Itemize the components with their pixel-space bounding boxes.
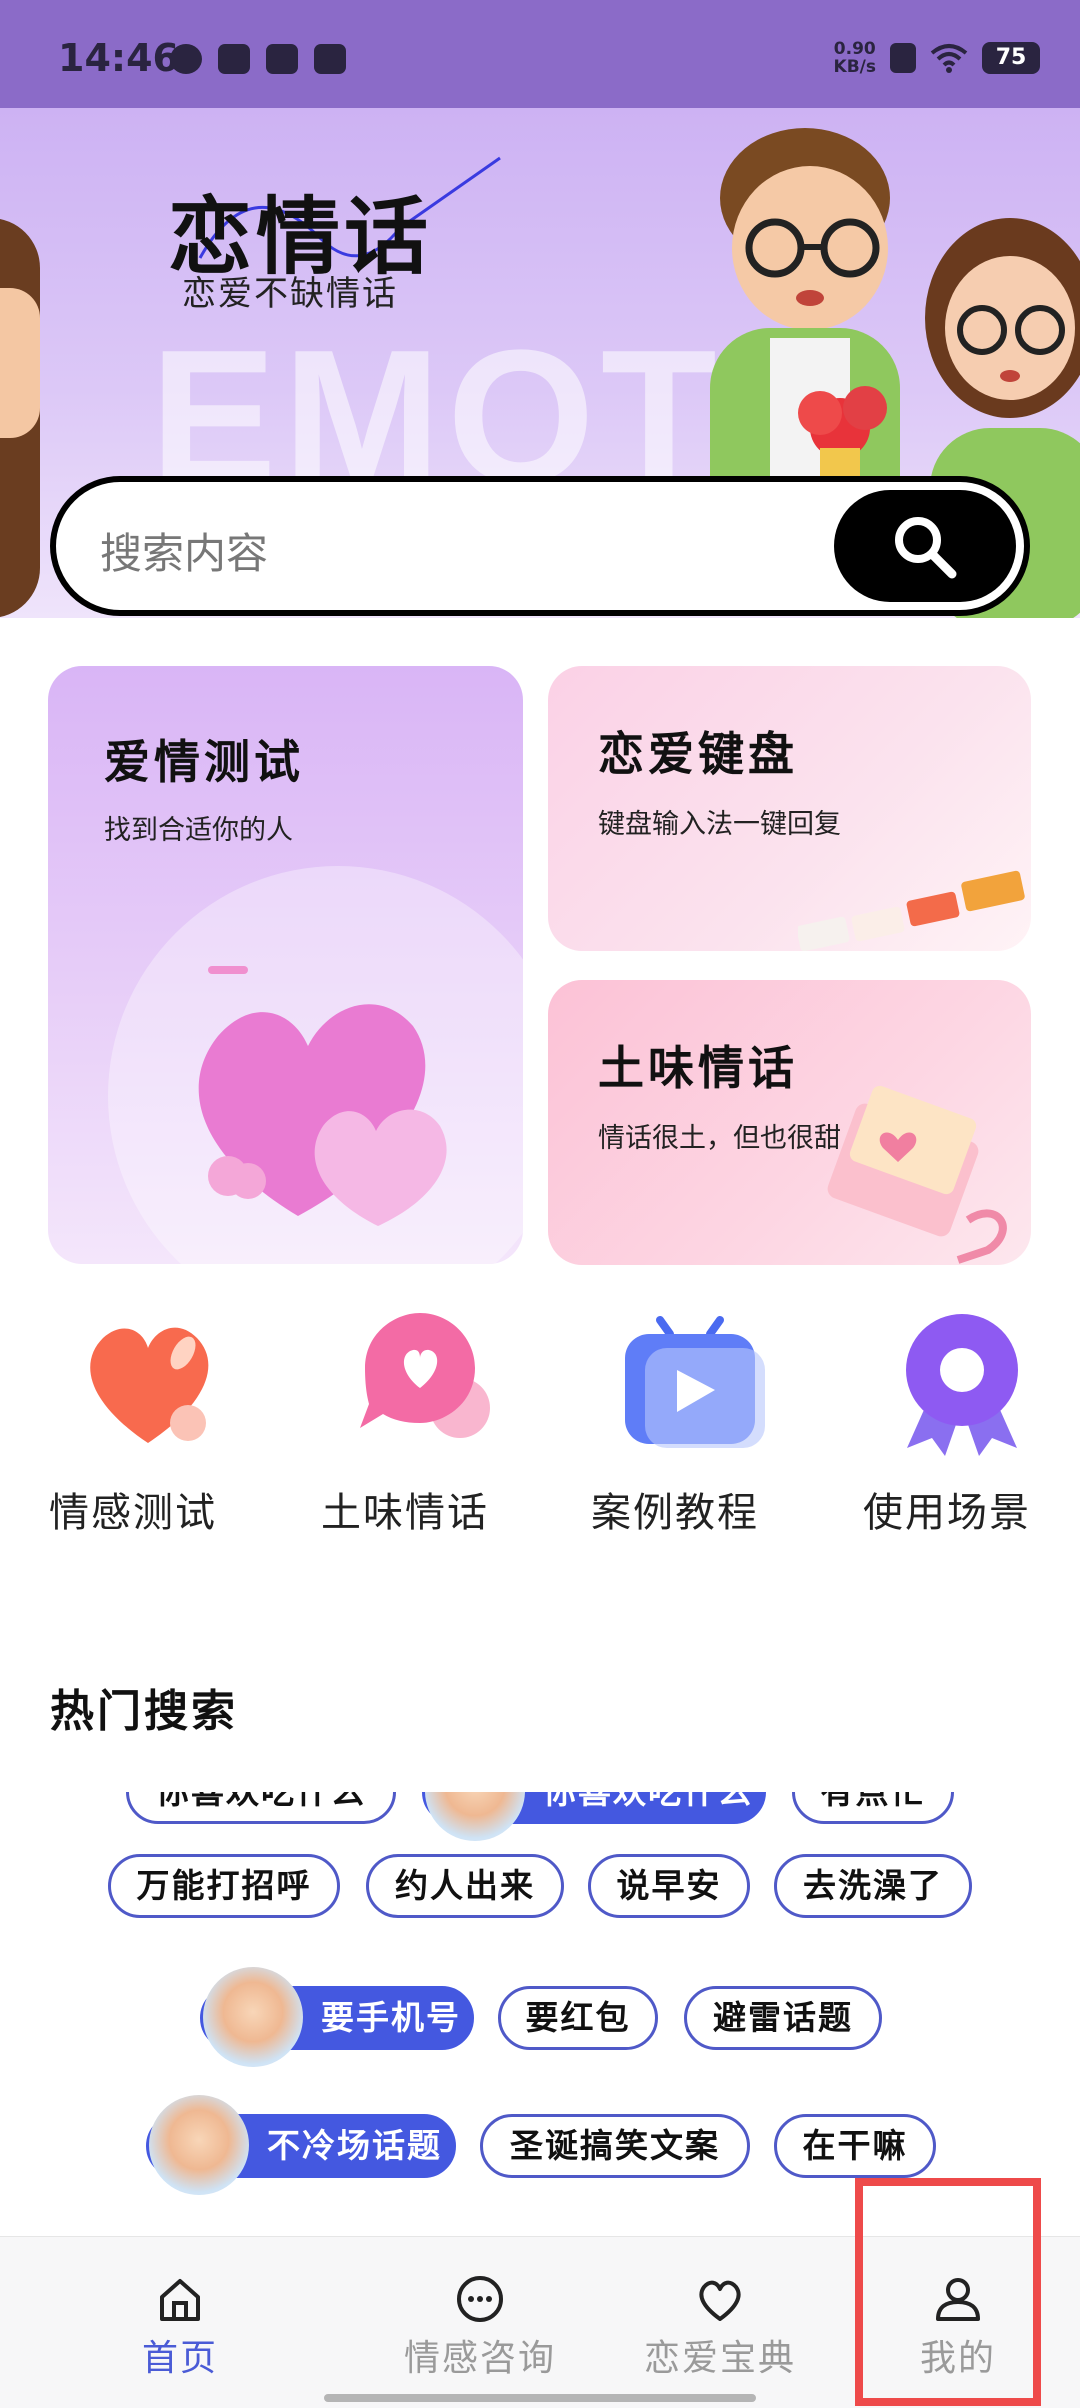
tuwei-card[interactable]: 土味情话 情话很土，但也很甜 <box>548 980 1031 1265</box>
hot-tag-highlight[interactable]: 要手机号 <box>200 1967 474 2067</box>
hot-tag-label: 不冷场话题 <box>267 2126 442 2165</box>
hot-tag-highlight[interactable]: 不冷场话题 <box>146 2095 456 2195</box>
quick-tutorial[interactable]: 案例教程 <box>560 1300 790 1550</box>
net-speed: 0.90 KB/s <box>834 40 876 76</box>
hot-tag[interactable]: 去洗澡了 <box>774 1854 972 1918</box>
love-test-card[interactable]: 爱情测试 找到合适你的人 <box>48 666 523 1264</box>
search-bar[interactable]: 搜索内容 <box>50 476 1030 616</box>
net-speed-value: 0.90 <box>833 39 876 59</box>
quick-label: 使用场景 <box>863 1490 1031 1536</box>
hot-tag[interactable]: 万能打招呼 <box>108 1854 340 1918</box>
status-right: 0.90 KB/s 75 <box>834 40 1040 76</box>
wifi-icon <box>930 44 968 73</box>
hot-tag[interactable]: 圣诞搞笑文案 <box>480 2114 750 2178</box>
search-input[interactable]: 搜索内容 <box>100 520 268 581</box>
hot-tag[interactable]: 说早安 <box>588 1854 750 1918</box>
home-indicator[interactable] <box>324 2394 756 2402</box>
message-notification-icon <box>218 44 250 74</box>
net-speed-unit: KB/s <box>833 57 876 77</box>
heart-outline-icon <box>699 2280 741 2321</box>
hot-tag[interactable]: 要红包 <box>498 1986 658 2050</box>
hot-tag-label: 要手机号 <box>321 1998 461 2037</box>
love-keyboard-title: 恋爱键盘 <box>598 727 798 781</box>
hot-tag[interactable]: 你喜欢吃什么 <box>126 1792 396 1824</box>
tuwei-subtitle: 情话很土，但也很甜 <box>598 1123 841 1154</box>
notification-icons <box>170 44 346 74</box>
quick-label: 情感测试 <box>49 1490 217 1536</box>
quick-label: 案例教程 <box>591 1490 759 1536</box>
girl-character-left <box>0 218 40 618</box>
hot-tag[interactable]: 避雷话题 <box>684 1986 882 2050</box>
hot-tag[interactable]: 约人出来 <box>366 1854 564 1918</box>
quick-label: 土味情话 <box>321 1490 489 1536</box>
hot-tag-label: 你喜欢吃什么 <box>543 1792 753 1811</box>
status-time: 14:46 <box>58 36 179 80</box>
avatar <box>149 2095 249 2195</box>
star-notification-icon <box>314 44 346 74</box>
love-letter-illustration <box>827 1085 1007 1264</box>
hot-search-tags: 你喜欢吃什么 你喜欢吃什么 有点忙 万能打招呼 约人出来 说早安 去洗澡了 要手… <box>0 1792 1080 2236</box>
quick-tuwei[interactable]: 土味情话 <box>290 1300 520 1550</box>
tuwei-title: 土味情话 <box>598 1041 798 1095</box>
avatar <box>203 1967 303 2067</box>
love-keyboard-card[interactable]: 恋爱键盘 键盘输入法一键回复 <box>548 666 1031 951</box>
hot-tag[interactable]: 有点忙 <box>792 1792 954 1824</box>
hot-tag-highlight[interactable]: 你喜欢吃什么 <box>422 1792 766 1841</box>
app-subtitle: 恋爱不缺情话 <box>182 274 398 314</box>
search-icon <box>895 517 957 579</box>
app-notification-icon <box>170 44 202 74</box>
tab-label: 情感咨询 <box>403 2338 556 2379</box>
status-bar: 14:46 0.90 KB/s 75 <box>0 0 1080 108</box>
home-icon <box>160 2279 200 2321</box>
tv-play-icon <box>625 1316 765 1448</box>
keyboard-keys-illustration <box>798 870 1025 951</box>
tab-home[interactable]: 首页 <box>60 2237 300 2387</box>
mail-notification-icon <box>266 44 298 74</box>
no-sim-icon <box>890 43 916 73</box>
love-keyboard-subtitle: 键盘输入法一键回复 <box>598 809 841 840</box>
chat-bubble-heart-icon <box>360 1313 490 1438</box>
hot-search-title: 热门搜索 <box>50 1686 238 1737</box>
avatar <box>425 1792 525 1841</box>
hot-tag[interactable]: 在干嘛 <box>774 2114 936 2178</box>
quick-emotion-test[interactable]: 情感测试 <box>18 1300 248 1550</box>
heart-icon <box>90 1327 209 1443</box>
tab-label: 首页 <box>141 2338 218 2379</box>
quick-scenarios[interactable]: 使用场景 <box>832 1300 1062 1550</box>
badge-ribbon-icon <box>906 1314 1018 1456</box>
tab-consult[interactable]: 情感咨询 <box>360 2237 600 2387</box>
search-button[interactable] <box>834 490 1016 602</box>
love-test-subtitle: 找到合适你的人 <box>104 815 293 846</box>
battery-indicator: 75 <box>982 42 1040 74</box>
hearts-illustration <box>198 966 447 1226</box>
tab-guide[interactable]: 恋爱宝典 <box>600 2237 840 2387</box>
chat-dots-icon <box>457 2276 503 2322</box>
tab-label: 恋爱宝典 <box>643 2338 796 2379</box>
annotation-highlight-box <box>855 2178 1041 2406</box>
love-test-title: 爱情测试 <box>104 735 304 789</box>
